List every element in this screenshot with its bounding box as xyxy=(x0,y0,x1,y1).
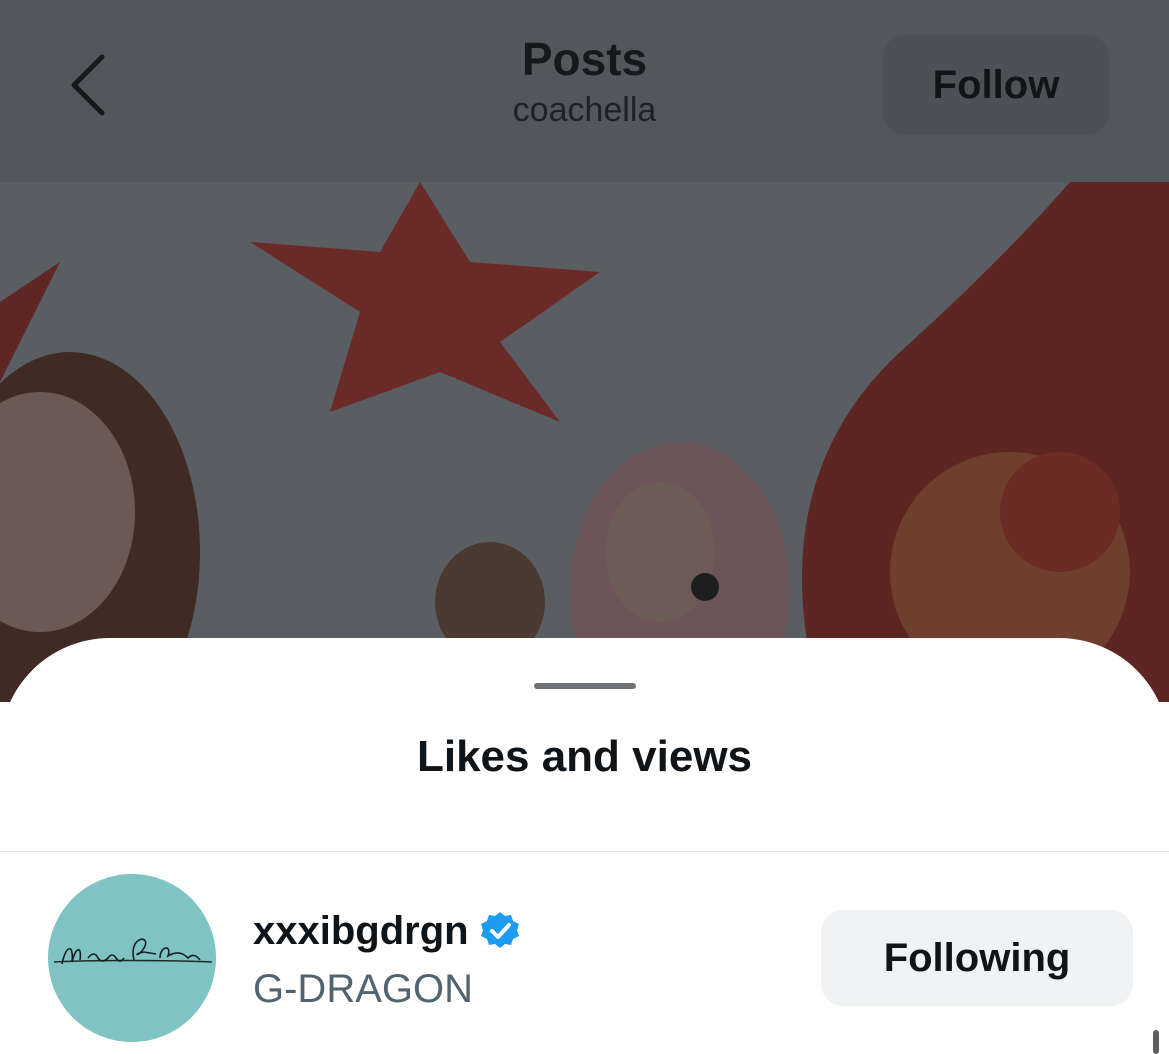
post-image xyxy=(0,182,1169,702)
post-media[interactable] xyxy=(0,182,1169,702)
display-name: G-DRAGON xyxy=(253,967,473,1011)
sheet-title: Likes and views xyxy=(416,732,753,781)
sheet-grabber[interactable] xyxy=(534,683,636,689)
follow-button[interactable]: Follow xyxy=(883,35,1109,135)
following-button[interactable]: Following xyxy=(821,910,1133,1006)
verified-badge-icon xyxy=(479,910,521,952)
username[interactable]: xxxibgdrgn xyxy=(253,909,469,954)
scrollbar[interactable] xyxy=(1153,1030,1159,1054)
signature-logo xyxy=(48,874,216,1042)
top-nav-bar: Posts coachella Follow xyxy=(0,0,1169,182)
username-row: xxxibgdrgn xyxy=(253,906,521,956)
likes-views-sheet: Likes and views xxxibgdrgn G-DRAGON Foll… xyxy=(0,638,1169,1054)
divider xyxy=(0,851,1169,852)
avatar[interactable] xyxy=(48,874,216,1042)
